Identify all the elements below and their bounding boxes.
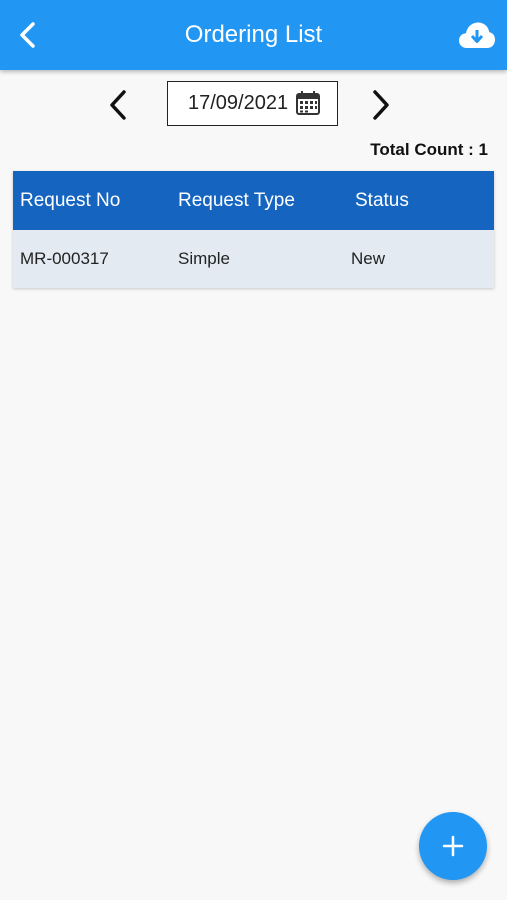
column-header-request-no: Request No	[20, 190, 121, 211]
requests-table: Request No Request Type Status MR-000317…	[13, 171, 494, 288]
plus-icon	[442, 835, 464, 857]
add-request-button[interactable]	[419, 812, 487, 880]
column-header-status: Status	[355, 190, 409, 211]
total-count: Total Count : 1	[370, 140, 488, 159]
cell-request-no: MR-000317	[20, 249, 109, 268]
page-title: Ordering List	[184, 21, 323, 48]
app-bar: Ordering List	[0, 0, 507, 70]
next-date-button[interactable]	[361, 84, 401, 126]
chevron-right-icon	[373, 90, 389, 120]
chevron-left-icon	[110, 90, 126, 120]
cell-request-type: Simple	[178, 249, 230, 268]
table-header: Request No Request Type Status	[13, 171, 494, 230]
download-button[interactable]	[457, 16, 497, 54]
table-row[interactable]: MR-000317 Simple New	[13, 230, 494, 288]
calendar-icon[interactable]	[295, 90, 321, 116]
column-header-request-type: Request Type	[178, 190, 295, 211]
date-navigator: 17/09/2021	[0, 70, 507, 140]
date-field[interactable]: 17/09/2021	[167, 81, 338, 126]
date-value: 17/09/2021	[188, 92, 289, 114]
cell-status: New	[351, 249, 386, 268]
cloud-download-icon	[459, 22, 495, 48]
previous-date-button[interactable]	[98, 84, 138, 126]
